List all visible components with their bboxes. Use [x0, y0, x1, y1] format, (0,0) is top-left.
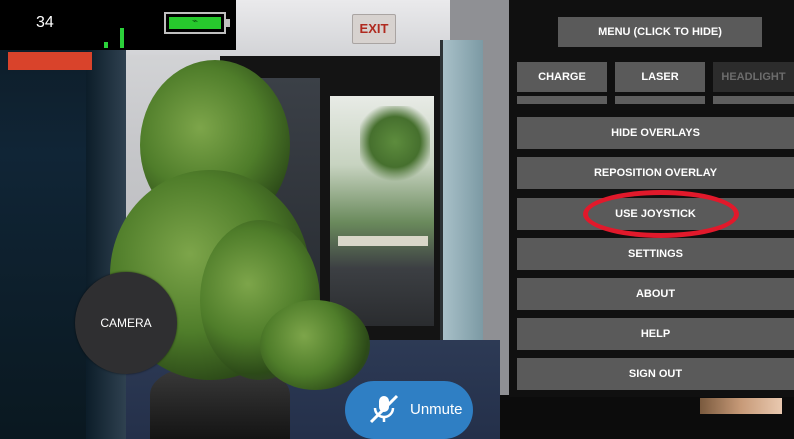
outdoor-tree	[360, 106, 430, 186]
camera-button[interactable]: CAMERA	[75, 272, 177, 374]
door-glass-window	[330, 96, 434, 326]
red-status-indicator	[8, 52, 92, 70]
settings-button[interactable]: SETTINGS	[517, 238, 794, 270]
reposition-overlay-button[interactable]: REPOSITION OVERLAY	[517, 157, 794, 189]
laser-button-underline	[615, 96, 705, 104]
use-joystick-button[interactable]: USE JOYSTICK	[517, 198, 794, 230]
charge-button[interactable]: CHARGE	[517, 62, 607, 92]
signal-strength-icon	[104, 22, 128, 48]
headlight-button-underline	[713, 96, 794, 104]
charge-button-underline	[517, 96, 607, 104]
headlight-button[interactable]: HEADLIGHT	[713, 62, 794, 92]
status-bar: 34 ⌁	[0, 0, 236, 50]
sign-out-button[interactable]: SIGN OUT	[517, 358, 794, 390]
about-button[interactable]: ABOUT	[517, 278, 794, 310]
charging-icon: ⌁	[192, 16, 199, 27]
lamp-light	[700, 398, 782, 414]
muted-microphone-icon	[369, 394, 399, 424]
outdoor-curb	[338, 236, 428, 246]
open-door	[440, 40, 483, 370]
unmute-label: Unmute	[410, 401, 463, 418]
plant-foliage	[260, 300, 370, 390]
battery-icon: ⌁	[164, 12, 230, 34]
menu-toggle-button[interactable]: MENU (CLICK TO HIDE)	[558, 17, 762, 47]
exit-sign: EXIT	[352, 14, 396, 44]
laser-button[interactable]: LASER	[615, 62, 705, 92]
unmute-button[interactable]: Unmute	[345, 381, 473, 439]
hide-overlays-button[interactable]: HIDE OVERLAYS	[517, 117, 794, 149]
help-button[interactable]: HELP	[517, 318, 794, 350]
fps-counter: 34	[36, 14, 54, 31]
